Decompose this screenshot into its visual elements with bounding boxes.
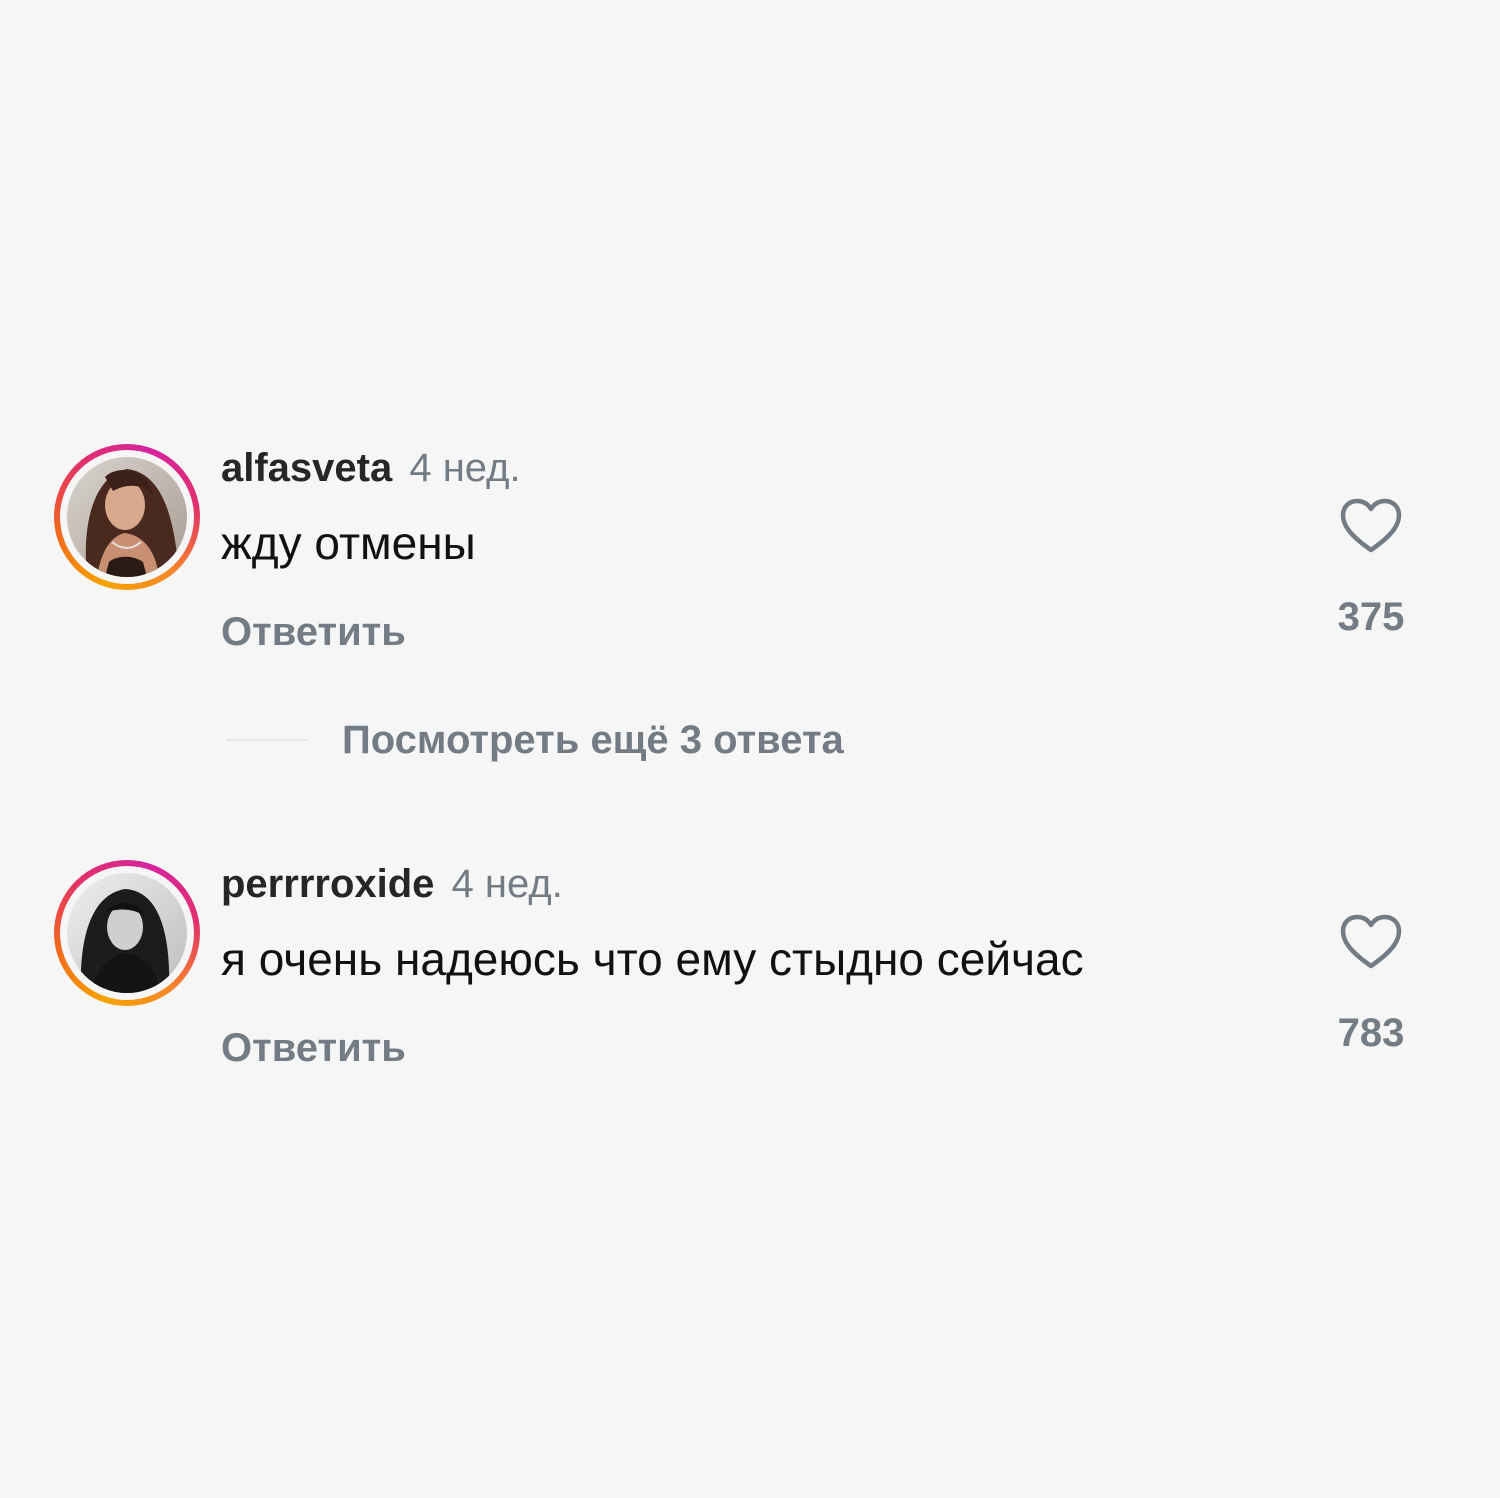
view-more-replies-label[interactable]: Посмотреть ещё 3 ответа xyxy=(342,716,844,764)
story-ring[interactable] xyxy=(54,444,200,590)
comments-page: alfasveta 4 нед. жду отмены Ответить 375… xyxy=(0,0,1500,1498)
reply-button[interactable]: Ответить xyxy=(221,608,406,656)
reply-button[interactable]: Ответить xyxy=(221,1024,406,1072)
comment: alfasveta 4 нед. жду отмены Ответить 375 xyxy=(0,440,1500,680)
story-ring[interactable] xyxy=(54,860,200,1006)
heart-icon[interactable] xyxy=(1340,914,1402,970)
timestamp: 4 нед. xyxy=(451,862,563,906)
username[interactable]: perrrroxide xyxy=(221,862,434,906)
like-count: 375 xyxy=(1337,595,1405,639)
avatar-photo xyxy=(67,457,187,577)
like-control: 783 xyxy=(1325,914,1417,1057)
comment-meta: alfasveta 4 нед. xyxy=(221,444,521,492)
avatar[interactable] xyxy=(67,457,187,577)
like-count: 783 xyxy=(1337,1011,1405,1055)
comment-meta: perrrroxide 4 нед. xyxy=(221,860,563,908)
divider xyxy=(226,739,308,741)
like-control: 375 xyxy=(1325,498,1417,641)
view-more-replies[interactable]: Посмотреть ещё 3 ответа xyxy=(0,712,1500,772)
comment: perrrroxide 4 нед. я очень надеюсь что е… xyxy=(0,856,1500,1096)
comment-text: жду отмены xyxy=(221,517,476,569)
username[interactable]: alfasveta xyxy=(221,446,392,490)
timestamp: 4 нед. xyxy=(409,446,521,490)
comment-text: я очень надеюсь что ему стыдно сейчас xyxy=(221,933,1084,985)
heart-icon[interactable] xyxy=(1340,498,1402,554)
avatar-photo xyxy=(67,873,187,993)
avatar[interactable] xyxy=(67,873,187,993)
